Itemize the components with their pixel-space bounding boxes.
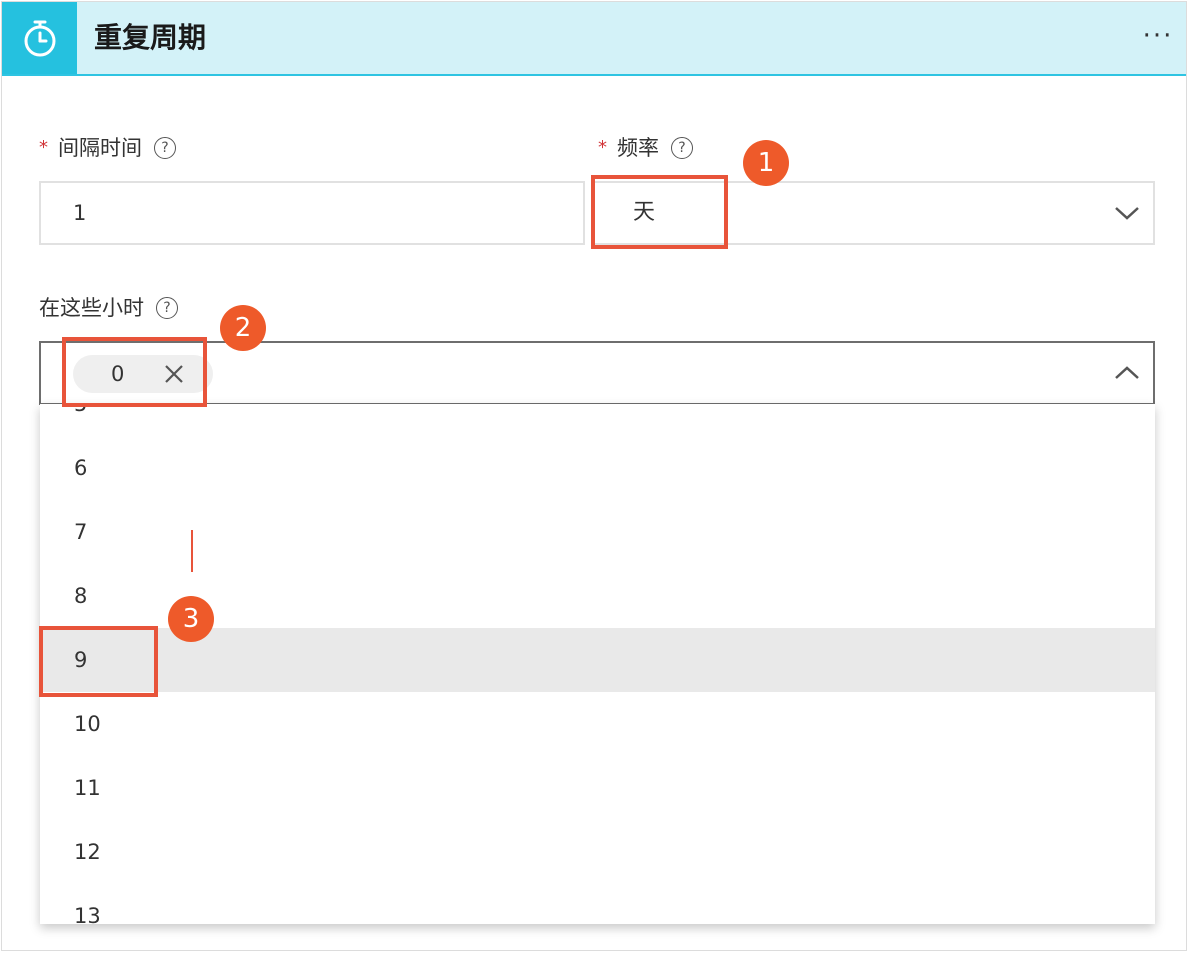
annotation-badge-3: 3 xyxy=(168,596,214,642)
option-7[interactable]: 7 xyxy=(40,500,1155,564)
frequency-value: 天 xyxy=(633,200,656,225)
more-options-icon[interactable]: ··· xyxy=(1142,22,1174,50)
hours-label: 在这些小时 ? xyxy=(39,294,178,322)
hours-multiselect[interactable]: 0 xyxy=(39,341,1155,405)
option-9[interactable]: 9 xyxy=(40,628,1155,692)
frequency-label-text: 频率 xyxy=(617,136,659,160)
option-10[interactable]: 10 xyxy=(40,692,1155,756)
help-icon[interactable]: ? xyxy=(154,137,176,159)
recurrence-card: 重复周期 ··· * 间隔时间 ? 1 * 频率 ? 天 在这些小时 ? 0 5… xyxy=(1,1,1187,951)
interval-label: * 间隔时间 ? xyxy=(39,134,176,162)
hours-dropdown: 5 6 7 8 9 10 11 12 13 xyxy=(40,404,1155,924)
frequency-select[interactable]: 天 xyxy=(591,181,1155,245)
option-12[interactable]: 12 xyxy=(40,820,1155,884)
chevron-down-icon[interactable] xyxy=(1113,203,1141,223)
option-11[interactable]: 11 xyxy=(40,756,1155,820)
option-6[interactable]: 6 xyxy=(40,436,1155,500)
help-icon[interactable]: ? xyxy=(156,297,178,319)
option-13[interactable]: 13 xyxy=(40,884,1155,924)
interval-input[interactable]: 1 xyxy=(39,181,585,245)
close-icon[interactable] xyxy=(163,363,185,385)
annotation-badge-2: 2 xyxy=(220,305,266,351)
card-header: 重复周期 ··· xyxy=(2,2,1186,76)
chip-value: 0 xyxy=(111,362,125,386)
interval-value: 1 xyxy=(73,201,87,225)
annotation-badge-1: 1 xyxy=(743,140,789,186)
frequency-label: * 频率 ? xyxy=(598,134,693,162)
hours-label-text: 在这些小时 xyxy=(39,296,144,320)
help-icon[interactable]: ? xyxy=(671,137,693,159)
chevron-up-icon[interactable] xyxy=(1113,363,1141,383)
interval-label-text: 间隔时间 xyxy=(58,136,142,160)
selected-hour-chip: 0 xyxy=(73,355,213,393)
required-mark: * xyxy=(598,137,607,158)
text-cursor xyxy=(191,530,193,572)
header-icon-box xyxy=(2,2,77,74)
stopwatch-icon xyxy=(24,20,55,57)
card-title: 重复周期 xyxy=(94,21,207,54)
required-mark: * xyxy=(39,137,48,158)
option-5[interactable]: 5 xyxy=(40,404,1155,436)
